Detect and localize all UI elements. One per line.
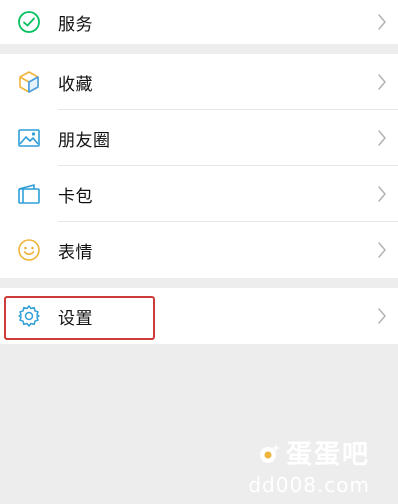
menu-item-favorites[interactable]: 收藏 <box>0 54 398 110</box>
smiley-icon <box>18 239 40 261</box>
menu-item-stickers[interactable]: 表情 <box>0 222 398 278</box>
section-gap <box>0 44 398 54</box>
menu-item-services-label: 服务 <box>58 14 93 35</box>
chevron-right-icon <box>378 186 386 202</box>
menu-item-services[interactable]: 服务 <box>0 0 398 44</box>
chevron-right-icon <box>378 242 386 258</box>
chevron-right-icon <box>378 130 386 146</box>
watermark-domain: dd008.com <box>248 473 370 497</box>
egg-logo-icon <box>259 443 280 463</box>
menu-item-card-wallet[interactable]: 卡包 <box>0 166 398 222</box>
menu-item-settings[interactable]: 设置 <box>0 288 398 344</box>
gear-icon <box>18 305 40 327</box>
moments-image-icon <box>18 129 40 147</box>
watermark-brand: 蛋蛋吧 <box>285 440 370 470</box>
services-icon <box>18 11 40 33</box>
chevron-right-icon <box>378 308 386 324</box>
top-group: 服务 <box>0 0 398 44</box>
menu-item-moments-label: 朋友圈 <box>58 130 111 151</box>
watermark-brand-line: 蛋蛋吧 <box>220 434 370 471</box>
card-wallet-icon <box>18 184 40 204</box>
section-gap <box>0 278 398 288</box>
middle-group: 收藏 朋友圈 卡包 表情 <box>0 54 398 278</box>
chevron-right-icon <box>378 14 386 30</box>
menu-item-moments[interactable]: 朋友圈 <box>0 110 398 166</box>
favorites-cube-icon <box>19 71 39 93</box>
menu-item-settings-label: 设置 <box>58 308 93 329</box>
bottom-group: 设置 <box>0 288 398 344</box>
menu-item-stickers-label: 表情 <box>58 242 93 263</box>
watermark: 蛋蛋吧 dd008.com <box>220 434 370 497</box>
menu-item-favorites-label: 收藏 <box>58 74 93 95</box>
menu-item-card-wallet-label: 卡包 <box>58 186 93 207</box>
chevron-right-icon <box>378 74 386 90</box>
